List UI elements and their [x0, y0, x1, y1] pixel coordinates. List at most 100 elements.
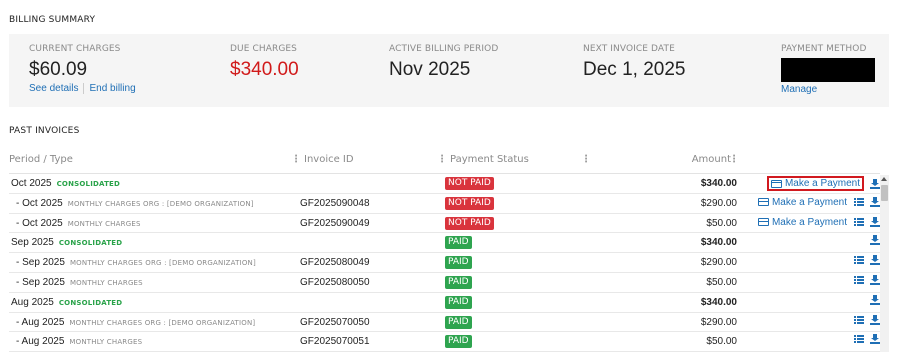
invoice-id-cell: GF2025080049	[300, 257, 370, 269]
charge-type-tag: MONTHLY CHARGES ORG : [DEMO ORGANIZATION…	[69, 259, 256, 268]
see-details-link[interactable]: See details	[29, 83, 78, 94]
period-label: - Sep 2025	[16, 276, 65, 288]
table-row[interactable]: - Aug 2025 MONTHLY CHARGES GF2025070051 PAI…	[9, 332, 880, 352]
period-cell: Oct 2025 CONSOLIDATED	[11, 178, 120, 189]
period-label: - Oct 2025	[16, 197, 63, 209]
credit-card-icon	[757, 218, 769, 227]
table-row[interactable]: - Aug 2025 MONTHLY CHARGES ORG : [DEMO OR…	[9, 313, 880, 333]
row-actions	[850, 274, 880, 285]
header-amount[interactable]: Amount	[692, 154, 731, 165]
active-period-card: ACTIVE BILLING PERIOD Nov 2025	[389, 44, 498, 81]
table-row[interactable]: - Oct 2025 MONTHLY CHARGES ORG : [DEMO OR…	[9, 194, 880, 214]
invoice-id-cell: GF2025090048	[300, 197, 370, 209]
period-label: Oct 2025	[11, 178, 52, 189]
amount-cell: $340.00	[700, 296, 737, 308]
amount-cell: $290.00	[700, 257, 737, 269]
scroll-up-arrow-icon[interactable]	[881, 177, 887, 181]
header-period[interactable]: Period / Type	[9, 154, 73, 165]
charge-type-tag: MONTHLY CHARGES	[69, 278, 143, 287]
end-billing-link[interactable]: End billing	[89, 83, 135, 94]
invoice-details-list-icon[interactable]	[854, 256, 864, 265]
credit-card-icon	[757, 198, 769, 207]
column-menu-icon[interactable]: ⋮	[437, 154, 447, 165]
past-invoices-title: PAST INVOICES	[9, 126, 80, 136]
table-row[interactable]: Oct 2025 CONSOLIDATED NOT PAID $340.00 Make …	[9, 174, 880, 194]
download-icon[interactable]	[870, 235, 880, 246]
charge-type-tag: CONSOLIDATED	[58, 239, 123, 248]
active-period-value: Nov 2025	[389, 59, 471, 80]
active-period-label: ACTIVE BILLING PERIOD	[389, 44, 499, 54]
charge-type-tag: CONSOLIDATED	[56, 180, 121, 188]
charge-type-tag: CONSOLIDATED	[58, 298, 123, 307]
period-cell: - Aug 2025 MONTHLY CHARGES ORG : [DEMO OR…	[16, 317, 255, 328]
invoice-id-cell: GF2025080050	[300, 276, 370, 288]
make-payment-label: Make a Payment	[784, 178, 860, 189]
status-badge: PAID	[445, 315, 472, 329]
invoice-id-cell: GF2025070050	[300, 316, 370, 328]
period-label: - Oct 2025	[16, 217, 63, 229]
download-icon[interactable]	[870, 274, 880, 285]
period-cell: - Oct 2025 MONTHLY CHARGES	[16, 218, 141, 229]
invoices-table: Period / Type ⋮ Invoice ID ⋮ Payment Statu…	[9, 150, 880, 352]
next-invoice-label: NEXT INVOICE DATE	[583, 44, 675, 54]
payment-status-cell: PAID	[445, 256, 472, 270]
amount-cell: $340.00	[700, 237, 737, 249]
row-actions: Make a Payment	[766, 176, 880, 191]
make-payment-button[interactable]: Make a Payment	[766, 176, 864, 191]
payment-status-cell: PAID	[445, 315, 472, 329]
table-row[interactable]: Aug 2025 CONSOLIDATED PAID $340.00	[9, 293, 880, 313]
invoice-details-list-icon[interactable]	[854, 315, 864, 324]
download-icon[interactable]	[870, 197, 880, 208]
amount-cell: $340.00	[700, 178, 737, 189]
amount-cell: $50.00	[706, 217, 737, 229]
payment-method-card: PAYMENT METHOD Manage	[781, 44, 875, 95]
download-icon[interactable]	[870, 334, 880, 345]
make-payment-button[interactable]: Make a Payment	[755, 216, 850, 229]
header-invoice-id[interactable]: ⋮ Invoice ID	[291, 154, 354, 165]
link-divider	[83, 83, 85, 94]
status-badge: PAID	[445, 275, 472, 289]
invoice-details-list-icon[interactable]	[854, 275, 864, 284]
table-row[interactable]: Sep 2025 CONSOLIDATED PAID $340.00	[9, 233, 880, 254]
download-icon[interactable]	[870, 178, 880, 189]
period-cell: - Sep 2025 MONTHLY CHARGES	[16, 277, 143, 288]
period-label: - Aug 2025	[16, 316, 65, 328]
table-row[interactable]: - Sep 2025 MONTHLY CHARGES ORG : [DEMO OR…	[9, 253, 880, 273]
period-cell: - Oct 2025 MONTHLY CHARGES ORG : [DEMO OR…	[16, 198, 254, 209]
period-label: Sep 2025	[11, 237, 54, 249]
invoice-id-cell: GF2025090049	[300, 217, 370, 229]
due-charges-card: DUE CHARGES $340.00	[230, 44, 299, 81]
payment-status-cell: PAID	[445, 295, 472, 309]
download-icon[interactable]	[870, 294, 880, 305]
column-menu-icon[interactable]: ⋮	[581, 154, 594, 165]
due-charges-value: $340.00	[230, 59, 299, 80]
table-row[interactable]: - Sep 2025 MONTHLY CHARGES GF2025080050 PAI…	[9, 273, 880, 293]
manage-payment-link[interactable]: Manage	[781, 84, 817, 95]
invoice-details-list-icon[interactable]	[854, 218, 864, 227]
vertical-scrollbar[interactable]	[880, 175, 889, 352]
invoice-details-list-icon[interactable]	[854, 335, 864, 344]
row-actions: Make a Payment	[755, 196, 880, 209]
make-payment-button[interactable]: Make a Payment	[755, 196, 850, 209]
status-badge: NOT PAID	[445, 216, 494, 230]
current-charges-label: CURRENT CHARGES	[29, 44, 121, 54]
table-row[interactable]: - Oct 2025 MONTHLY CHARGES GF2025090049 NOT…	[9, 214, 880, 234]
make-payment-label: Make a Payment	[771, 216, 847, 228]
column-menu-icon[interactable]: ⋮	[291, 154, 301, 165]
download-icon[interactable]	[870, 314, 880, 325]
column-menu-icon[interactable]: ⋮	[729, 154, 742, 165]
header-payment-status[interactable]: ⋮ Payment Status	[437, 154, 529, 165]
invoice-id-cell: GF2025070051	[300, 336, 370, 348]
download-icon[interactable]	[870, 217, 880, 228]
row-actions	[850, 314, 880, 325]
scrollbar-thumb[interactable]	[881, 185, 888, 201]
download-icon[interactable]	[870, 255, 880, 266]
billing-summary-panel: CURRENT CHARGES $60.09 See details End bi…	[9, 34, 889, 107]
payment-method-redacted	[781, 58, 875, 82]
current-charges-card: CURRENT CHARGES $60.09 See details End bi…	[29, 44, 136, 94]
invoice-details-list-icon[interactable]	[854, 198, 864, 207]
amount-cell: $50.00	[706, 276, 737, 288]
make-payment-label: Make a Payment	[771, 196, 847, 208]
status-badge: PAID	[445, 256, 472, 270]
payment-status-cell: PAID	[445, 236, 472, 250]
